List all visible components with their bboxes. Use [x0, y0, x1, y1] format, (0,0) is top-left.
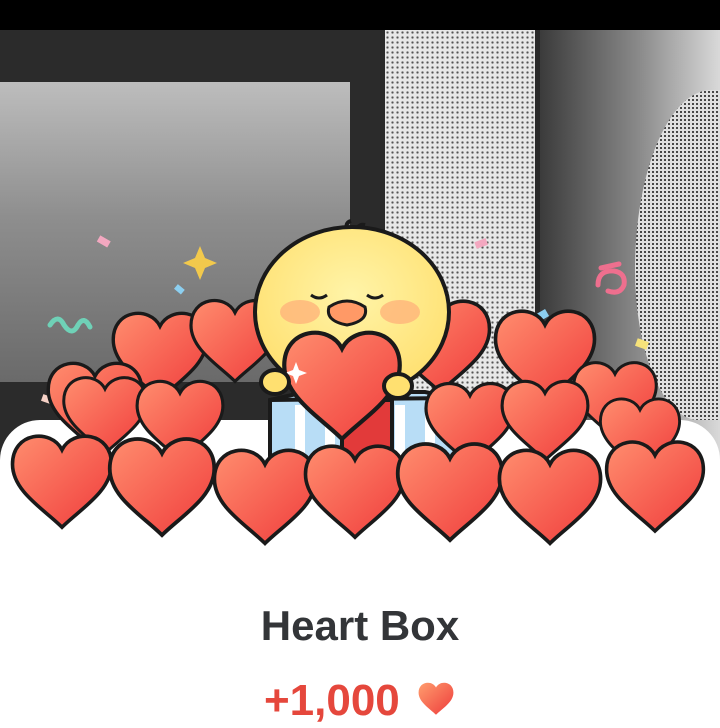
status-bar: [0, 0, 720, 30]
heart-icon: [416, 678, 456, 728]
heart-box-illustration: [10, 219, 706, 546]
reward-amount: +1,000: [263, 676, 400, 725]
reward-amount-row: +1,000: [0, 676, 720, 728]
reward-title: Heart Box: [260, 602, 460, 649]
